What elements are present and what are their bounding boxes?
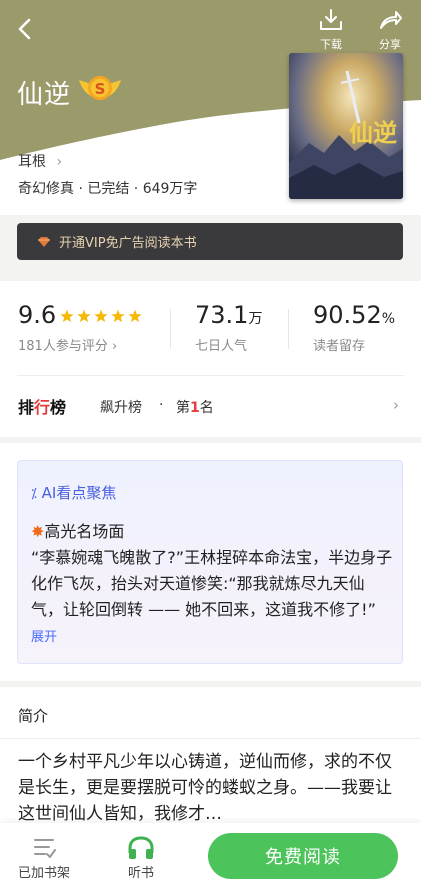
divider bbox=[288, 309, 289, 349]
intro-text[interactable]: 一个乡村平凡少年以心铸道，逆仙而修，求的不仅是长生，更是要摆脱可怜的蝼蚁之身。—… bbox=[18, 749, 402, 827]
ranking-pos-suffix: 名 bbox=[199, 400, 214, 416]
popularity-unit: 万 bbox=[248, 311, 263, 327]
ranking-title: 排行榜 bbox=[18, 394, 66, 418]
ai-subtitle-text: 高光名场面 bbox=[44, 522, 125, 541]
divider bbox=[170, 309, 171, 349]
download-label: 下载 bbox=[320, 38, 342, 51]
ai-subtitle: ✸高光名场面 bbox=[31, 518, 124, 542]
vip-banner[interactable]: 开通VIP免广告阅读本书 bbox=[17, 223, 403, 260]
share-button[interactable]: 分享 bbox=[368, 8, 412, 52]
ranking-pos-prefix: 第 bbox=[176, 400, 190, 416]
ranking-position: 第1名 bbox=[176, 397, 214, 417]
bookshelf-icon bbox=[34, 839, 56, 858]
vip-gem-icon bbox=[38, 236, 50, 247]
ranking-pos-number: 1 bbox=[190, 400, 200, 416]
shelf-label: 已加书架 bbox=[17, 866, 70, 881]
badge-letter: S bbox=[95, 80, 106, 98]
rating-stars bbox=[60, 309, 146, 328]
listen-label: 听书 bbox=[127, 866, 154, 881]
popularity-stat: 73.1万 bbox=[195, 301, 262, 329]
s-rank-badge-icon: S bbox=[79, 76, 121, 100]
rating-chevron-icon: › bbox=[111, 339, 118, 354]
popularity-label: 七日人气 bbox=[195, 339, 248, 354]
retention-stat: 90.52% bbox=[313, 301, 395, 329]
headphones-icon bbox=[128, 836, 154, 859]
ai-highlights-section: ⁒ AI看点聚焦 ✸高光名场面 “李慕婉魂飞魄散了?”王林捏碎本命法宝，半边身子… bbox=[0, 443, 421, 681]
ranking-chevron-icon: › bbox=[393, 396, 399, 414]
rating-value: 9.6 bbox=[18, 301, 57, 329]
star-icon bbox=[60, 309, 74, 323]
ranking-list-name: 飙升榜 bbox=[100, 400, 142, 416]
author-chevron-icon: › bbox=[56, 154, 63, 170]
free-read-button[interactable]: 免费阅读 bbox=[208, 833, 398, 879]
ranking-separator: · bbox=[159, 397, 164, 413]
ai-highlights-card[interactable]: ⁒ AI看点聚焦 ✸高光名场面 “李慕婉魂飞魄散了?”王林捏碎本命法宝，半边身子… bbox=[17, 460, 403, 664]
back-arrow-icon[interactable] bbox=[14, 16, 38, 42]
share-icon bbox=[380, 11, 402, 29]
intro-heading: 简介 bbox=[18, 707, 49, 725]
rating-count: 181人参与评分 bbox=[18, 339, 108, 354]
retention-unit: % bbox=[381, 311, 396, 327]
popularity-value: 73.1 bbox=[195, 301, 249, 329]
explosion-icon: ✸ bbox=[31, 522, 45, 541]
shelf-button[interactable]: 已加书架 bbox=[14, 836, 74, 881]
download-button[interactable]: 下载 bbox=[309, 8, 353, 52]
retention-label: 读者留存 bbox=[313, 339, 366, 354]
star-icon bbox=[77, 309, 91, 323]
star-icon-row bbox=[60, 309, 142, 323]
book-cover[interactable]: 仙逆 bbox=[289, 53, 403, 199]
vip-label: 开通VIP免广告阅读本书 bbox=[59, 236, 197, 251]
star-icon bbox=[94, 309, 108, 323]
ai-sparkle-icon: ⁒ bbox=[31, 487, 37, 502]
ranking-title-char-highlight: 行 bbox=[34, 398, 51, 417]
share-label: 分享 bbox=[379, 38, 401, 51]
ranking-row[interactable]: 排行榜 飙升榜 · 第1名 › bbox=[0, 376, 421, 437]
stats-panel: 9.6 181人参与评分 › 73.1万 七日人气 90.52% 读者留存 排行… bbox=[0, 281, 421, 437]
divider bbox=[0, 738, 421, 739]
retention-value: 90.52 bbox=[313, 301, 382, 329]
ai-quote: “李慕婉魂飞魄散了?”王林捏碎本命法宝，半边身子化作飞灰，抬头对天道惨笑:“那我… bbox=[31, 545, 393, 651]
ai-title: ⁒ AI看点聚焦 bbox=[31, 482, 116, 503]
cover-title-text: 仙逆 bbox=[349, 118, 397, 147]
book-header: 下载 分享 仙逆 S 仙逆 耳根 › 奇幻修真 · 已完结 · 649万字 bbox=[0, 0, 421, 215]
star-icon bbox=[128, 309, 142, 323]
author-link[interactable]: 耳根 › bbox=[18, 151, 62, 171]
ai-quote-text: “李慕婉魂飞魄散了?”王林捏碎本命法宝，半边身子化作飞灰，抬头对天道惨笑:“那我… bbox=[31, 548, 393, 619]
ranking-title-char: 榜 bbox=[50, 398, 67, 417]
ai-expand-link[interactable]: 展开 bbox=[31, 630, 57, 645]
ai-title-text: AI看点聚焦 bbox=[41, 484, 117, 502]
book-meta: 奇幻修真 · 已完结 · 649万字 bbox=[18, 181, 198, 197]
bottom-action-bar: 已加书架 听书 免费阅读 bbox=[0, 823, 421, 887]
author-name: 耳根 bbox=[18, 154, 46, 170]
rating-count-link[interactable]: 181人参与评分 › bbox=[18, 335, 117, 354]
ranking-title-char: 排 bbox=[18, 398, 35, 417]
listen-button[interactable]: 听书 bbox=[116, 836, 166, 881]
book-title: 仙逆 bbox=[17, 80, 72, 110]
download-icon bbox=[320, 9, 342, 30]
cover-art: 仙逆 bbox=[289, 53, 403, 199]
star-icon bbox=[111, 309, 125, 323]
